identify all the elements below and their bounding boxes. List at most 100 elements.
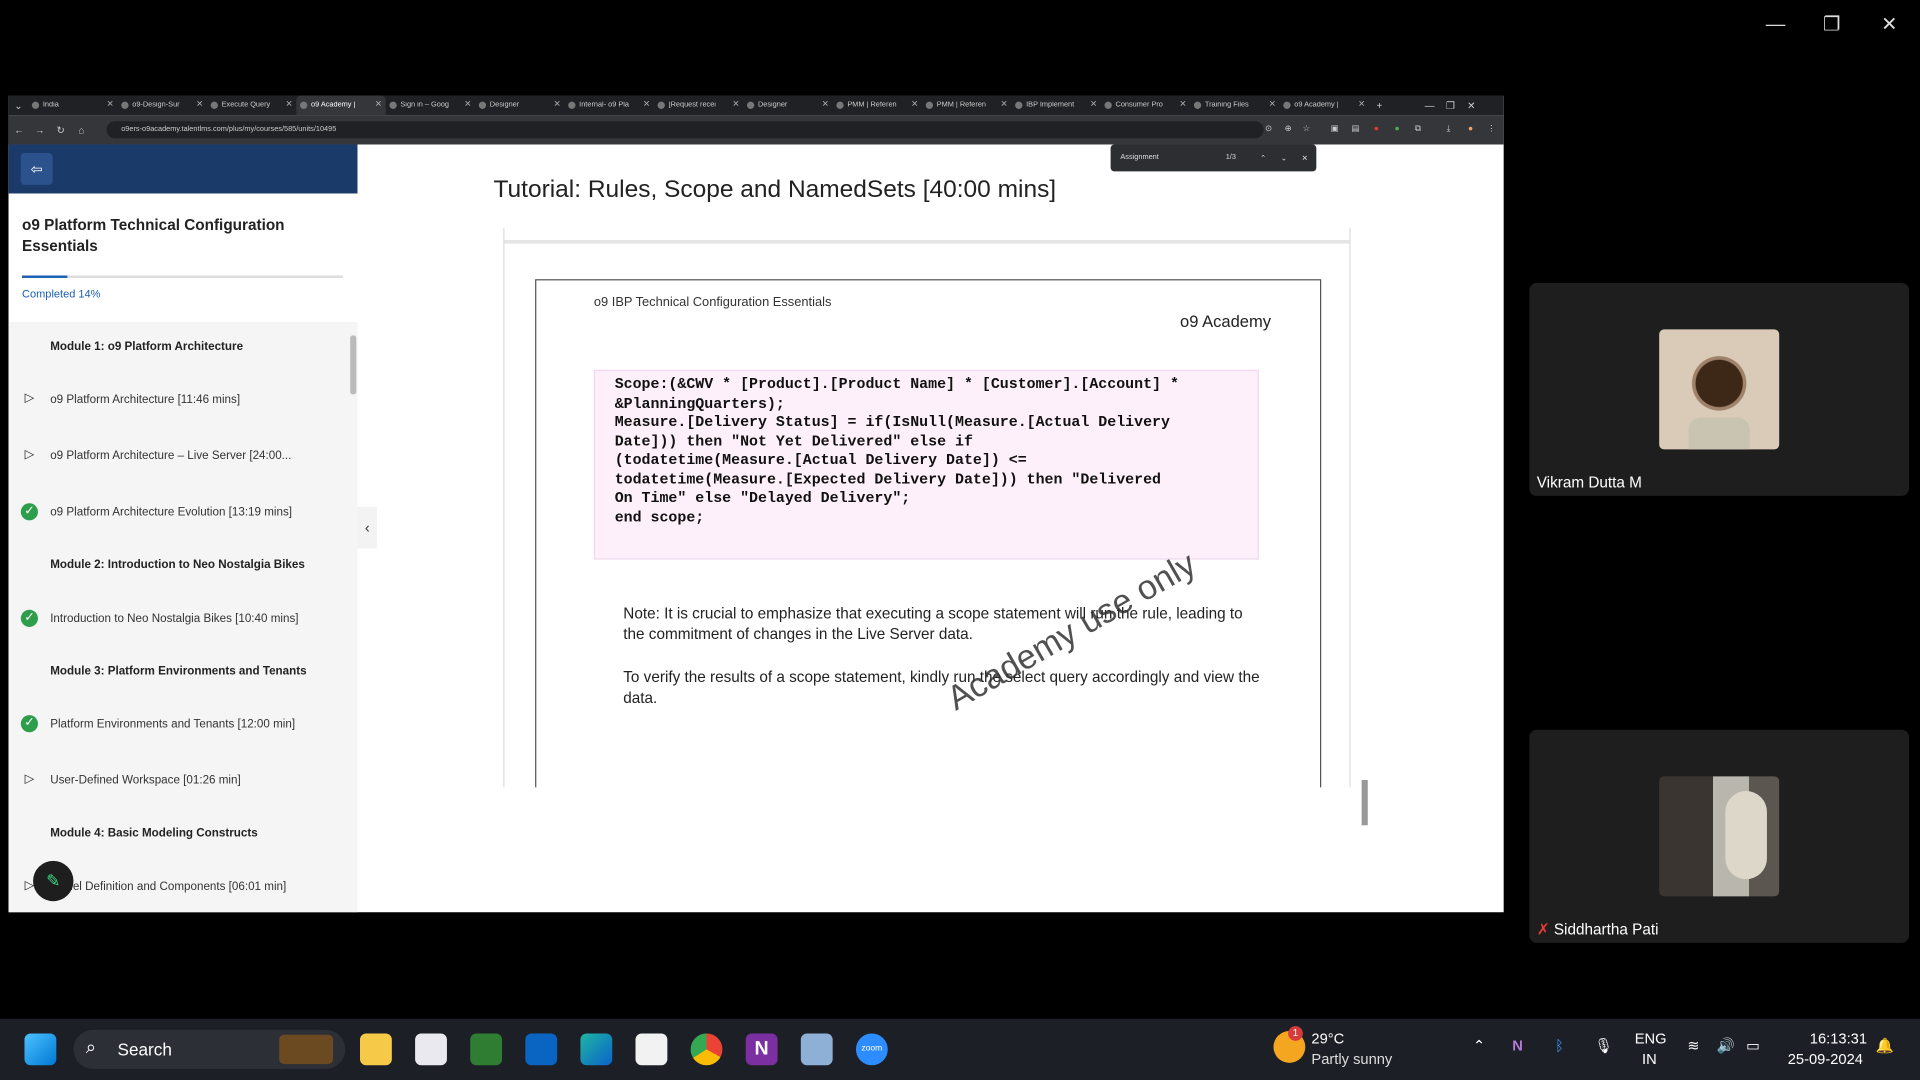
- forward-icon[interactable]: →: [29, 124, 50, 135]
- extension-icon[interactable]: ▤: [1349, 124, 1361, 136]
- language-region[interactable]: IN: [1642, 1051, 1657, 1068]
- unit-list-item[interactable]: ✓ o9 Platform Architecture Evolution [13:…: [9, 487, 352, 536]
- file-explorer-icon[interactable]: [360, 1033, 392, 1066]
- find-icon[interactable]: ⊙: [1262, 124, 1274, 136]
- browser-tab[interactable]: [Request recei ✕: [654, 96, 743, 116]
- browser-tab[interactable]: Designer ✕: [475, 96, 564, 116]
- exit-course-icon[interactable]: ⇦: [20, 153, 53, 185]
- bookmark-star-icon[interactable]: ☆: [1300, 124, 1312, 136]
- window-minimize-icon[interactable]: —: [1419, 100, 1440, 111]
- taskbar-search[interactable]: ⌕ Search: [73, 1029, 346, 1069]
- viewer-scrollbar-thumb[interactable]: [1361, 780, 1368, 826]
- notification-bell-icon[interactable]: 🔔: [1876, 1037, 1894, 1054]
- browser-tab[interactable]: Execute Query ✕: [207, 96, 296, 116]
- sidebar-scrollbar[interactable]: [350, 326, 357, 911]
- browser-tab[interactable]: Internal- o9 Pla ✕: [564, 96, 653, 116]
- microphone-icon[interactable]: 🎙: [1594, 1037, 1613, 1054]
- minimize-button[interactable]: —: [1761, 12, 1790, 39]
- home-icon[interactable]: ⌂: [71, 124, 92, 135]
- unit-list-item[interactable]: ▷ o9 Platform Architecture – Live Server …: [9, 431, 352, 480]
- tab-close-icon[interactable]: ✕: [643, 96, 650, 116]
- tab-close-icon[interactable]: ✕: [1179, 96, 1186, 116]
- module-heading[interactable]: Module 2: Introduction to Neo Nostalgia …: [9, 540, 352, 589]
- find-close-icon[interactable]: ✕: [1294, 154, 1315, 162]
- clock-time[interactable]: 16:13:31: [1810, 1030, 1867, 1047]
- browser-tab[interactable]: India ✕: [28, 96, 117, 116]
- language-code[interactable]: ENG: [1635, 1030, 1667, 1047]
- reload-icon[interactable]: ↻: [50, 124, 71, 135]
- battery-icon[interactable]: ▭: [1746, 1037, 1760, 1054]
- browser-tab[interactable]: o9 Academy | ✕: [1280, 96, 1369, 116]
- extension-icon[interactable]: ▣: [1329, 124, 1341, 136]
- zoom-icon[interactable]: ⊕: [1282, 124, 1294, 136]
- browser-tab[interactable]: Designer ✕: [743, 96, 832, 116]
- tab-close-icon[interactable]: ✕: [911, 96, 918, 116]
- snipping-tool-icon[interactable]: [415, 1033, 447, 1066]
- edit-notes-icon[interactable]: ✎: [33, 860, 74, 902]
- store-icon[interactable]: [635, 1033, 668, 1066]
- new-tab-button[interactable]: +: [1369, 100, 1390, 111]
- unit-list-item[interactable]: ▷ o9 Platform Architecture [11:46 mins]: [9, 375, 352, 424]
- window-close-icon[interactable]: ✕: [1461, 100, 1482, 111]
- tab-close-icon[interactable]: ✕: [732, 96, 739, 116]
- module-heading[interactable]: Module 1: o9 Platform Architecture: [9, 322, 352, 371]
- back-icon[interactable]: ←: [9, 124, 30, 135]
- tab-close-icon[interactable]: ✕: [1269, 96, 1276, 116]
- tray-chevron-icon[interactable]: ⌃: [1473, 1037, 1485, 1054]
- find-input[interactable]: Assignment: [1120, 154, 1225, 161]
- browser-tab[interactable]: Training Files ✕: [1190, 96, 1279, 116]
- tab-close-icon[interactable]: ✕: [822, 96, 829, 116]
- url-field[interactable]: o9ers-o9academy.talentlms.com/plus/my/co…: [106, 121, 1264, 139]
- extension-icon[interactable]: ●: [1370, 124, 1382, 136]
- windows-start-icon[interactable]: [24, 1033, 57, 1066]
- collapse-sidebar-chevron-icon[interactable]: ‹: [357, 506, 378, 549]
- module-heading[interactable]: Module 4: Basic Modeling Constructs: [9, 808, 352, 857]
- tab-search-icon[interactable]: ⌄: [9, 100, 29, 111]
- chat-app-icon[interactable]: [470, 1033, 503, 1066]
- tab-close-icon[interactable]: ✕: [375, 96, 382, 116]
- photos-icon[interactable]: [800, 1033, 833, 1066]
- browser-tab[interactable]: Consumer Pro ✕: [1101, 96, 1190, 116]
- download-icon[interactable]: ⤓: [1442, 124, 1454, 136]
- close-button[interactable]: ✕: [1875, 12, 1904, 39]
- tab-close-icon[interactable]: ✕: [107, 96, 114, 116]
- browser-tab[interactable]: PMM | Referen ✕: [833, 96, 922, 116]
- unit-list-item[interactable]: ✓ Platform Environments and Tenants [12:0…: [9, 699, 352, 748]
- onenote-icon[interactable]: N: [745, 1033, 778, 1066]
- module-heading[interactable]: Module 3: Platform Environments and Tena…: [9, 647, 352, 696]
- restore-button[interactable]: ❐: [1817, 12, 1846, 39]
- chrome-icon[interactable]: [690, 1033, 723, 1066]
- puzzle-extensions-icon[interactable]: ⧉: [1412, 124, 1424, 136]
- participant-tile[interactable]: ✗ Siddhartha Pati: [1529, 729, 1909, 943]
- onenote-tray-icon[interactable]: N: [1512, 1037, 1523, 1054]
- edge-icon[interactable]: [580, 1033, 613, 1066]
- profile-avatar[interactable]: ●: [1464, 124, 1476, 136]
- browser-tab[interactable]: o9-Design-Sur ✕: [118, 96, 207, 116]
- clock-date[interactable]: 25-09-2024: [1788, 1051, 1863, 1068]
- menu-dots-icon[interactable]: ⋮: [1485, 124, 1497, 136]
- unit-list-item[interactable]: ▷ User-Defined Workspace [01:26 min]: [9, 756, 352, 805]
- browser-tab[interactable]: o9 Academy | ✕: [296, 95, 386, 116]
- scrollbar-thumb[interactable]: [350, 335, 357, 395]
- tab-close-icon[interactable]: ✕: [1358, 96, 1365, 116]
- bluetooth-icon[interactable]: ᛒ: [1555, 1037, 1564, 1054]
- tab-close-icon[interactable]: ✕: [554, 96, 561, 116]
- participant-tile[interactable]: Vikram Dutta M: [1529, 282, 1909, 496]
- find-prev-icon[interactable]: ⌃: [1253, 154, 1274, 162]
- browser-tab[interactable]: IBP Implement ✕: [1011, 96, 1100, 116]
- extension-icon[interactable]: ●: [1391, 124, 1403, 136]
- tab-close-icon[interactable]: ✕: [1001, 96, 1008, 116]
- window-restore-icon[interactable]: ❐: [1440, 100, 1461, 111]
- viewer-scrollbar[interactable]: [1360, 326, 1370, 877]
- slide-viewer[interactable]: o9 IBP Technical Configuration Essential…: [503, 227, 1351, 788]
- find-next-icon[interactable]: ⌄: [1273, 154, 1294, 162]
- tab-close-icon[interactable]: ✕: [285, 96, 292, 116]
- outlook-icon[interactable]: [525, 1033, 558, 1066]
- volume-icon[interactable]: 🔊: [1717, 1037, 1735, 1054]
- tab-close-icon[interactable]: ✕: [464, 96, 471, 116]
- tab-close-icon[interactable]: ✕: [196, 96, 203, 116]
- zoom-app-icon[interactable]: zoom: [855, 1033, 888, 1066]
- wifi-icon[interactable]: ≋: [1687, 1037, 1699, 1054]
- browser-tab[interactable]: Sign in – Goog ✕: [386, 96, 475, 116]
- browser-tab[interactable]: PMM | Referen ✕: [922, 96, 1011, 116]
